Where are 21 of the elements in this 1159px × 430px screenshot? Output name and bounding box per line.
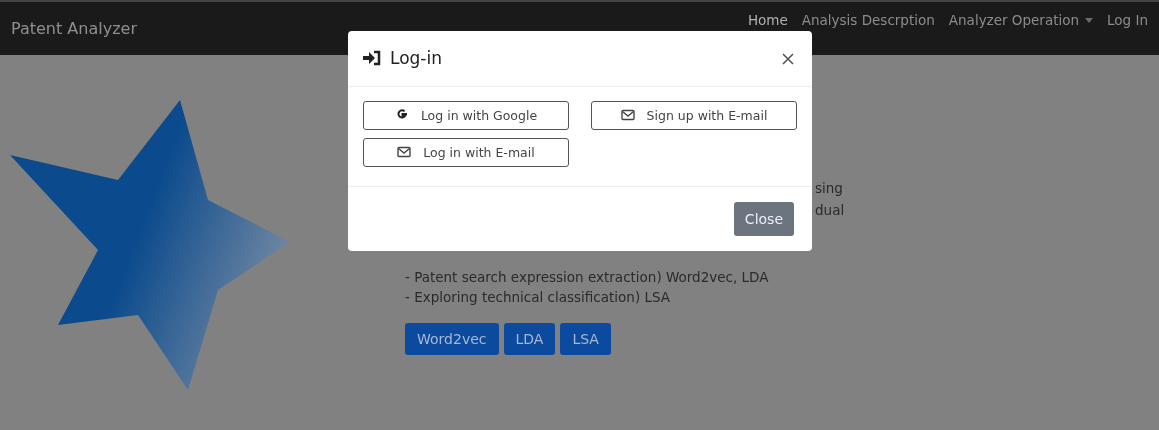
login-option-button[interactable]: Log in with E-mail	[363, 137, 569, 167]
algorithm-button[interactable]: LDA	[503, 323, 556, 355]
nav-link[interactable]: Log In	[1107, 12, 1148, 28]
brand-title[interactable]: Patent Analyzer	[11, 19, 137, 38]
login-option-button[interactable]: Sign up with E-mail	[591, 100, 797, 130]
dialog-title: Log-in	[390, 48, 442, 69]
sign-in-icon	[362, 50, 382, 67]
login-option-button[interactable]: Log in with Google	[363, 100, 569, 130]
algorithm-button[interactable]: Word2vec	[405, 323, 499, 355]
mail-icon	[397, 146, 412, 159]
nav-link[interactable]: Analysis Descrption	[801, 12, 935, 28]
algorithm-button[interactable]: LSA	[560, 323, 611, 355]
caret-icon	[1085, 17, 1094, 23]
nav-link[interactable]: Home	[747, 12, 788, 28]
text-fragment: dual	[815, 201, 845, 219]
bullet-text: - Patent search expression extraction) Word2vec, LDA	[405, 269, 770, 285]
close-button[interactable]: Close	[733, 202, 794, 236]
text-fragment: sing	[815, 179, 844, 197]
nav-link[interactable]: Analyzer Operation	[948, 12, 1094, 28]
mail-icon	[620, 109, 635, 122]
bullet-text: - Exploring technical classification) LSA	[405, 289, 672, 305]
